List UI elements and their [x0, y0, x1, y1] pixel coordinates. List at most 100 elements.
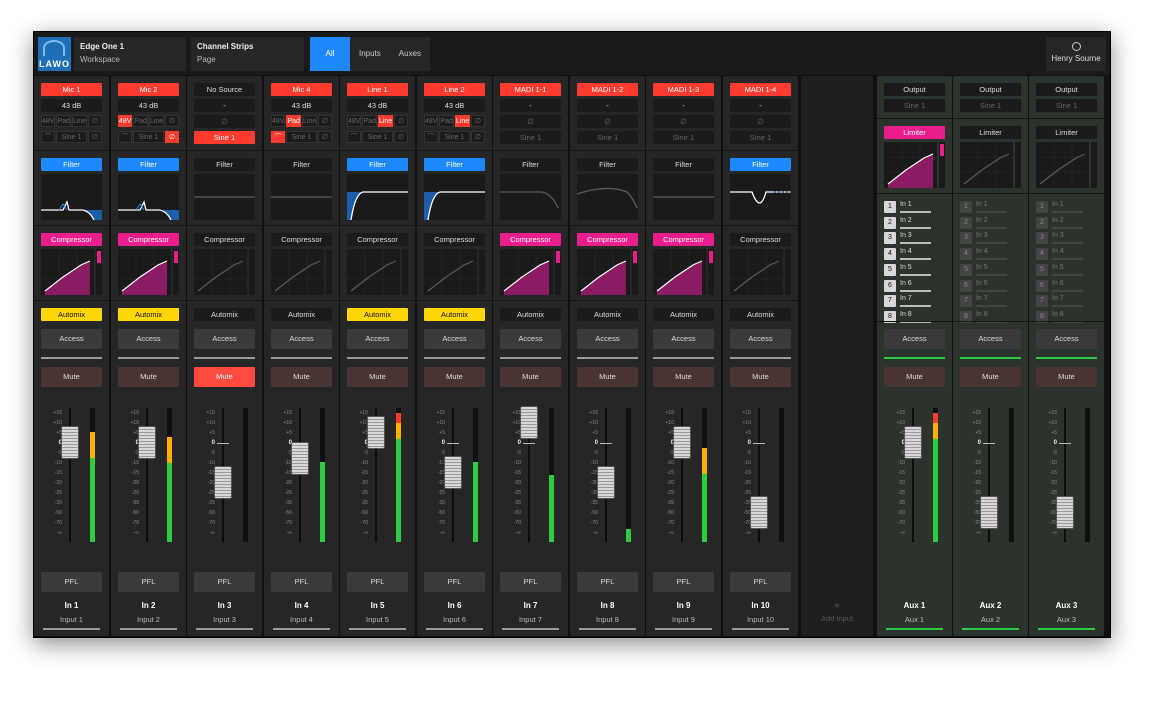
add-input-button[interactable]: + Add Input: [801, 76, 873, 636]
automix-button[interactable]: Automix: [500, 308, 561, 321]
access-button[interactable]: Access: [884, 329, 945, 349]
phase-invert-toggle[interactable]: ∅: [318, 115, 332, 127]
bus-send-row[interactable]: 2 In 2: [960, 216, 1021, 230]
pad-toggle[interactable]: Pad: [439, 115, 454, 127]
phase-invert-toggle[interactable]: ∅: [394, 115, 408, 127]
insert-source[interactable]: Sine 1: [577, 131, 638, 144]
automix-button[interactable]: Automix: [424, 308, 485, 321]
phase-invert-toggle[interactable]: ∅: [88, 115, 102, 127]
tab-all[interactable]: All: [310, 37, 350, 71]
mute-button[interactable]: Mute: [577, 367, 638, 387]
access-button[interactable]: Access: [118, 329, 179, 349]
limiter-button[interactable]: Limiter: [884, 126, 945, 139]
tab-auxes[interactable]: Auxes: [390, 37, 430, 71]
phantom-power-toggle[interactable]: 48V: [347, 115, 362, 127]
bus-send-row[interactable]: 5 In 5: [884, 263, 945, 277]
access-button[interactable]: Access: [271, 329, 332, 349]
filter-button[interactable]: Filter: [424, 158, 485, 171]
bus-send-row[interactable]: 6 In 6: [884, 279, 945, 293]
filter-button[interactable]: Filter: [41, 158, 102, 171]
compressor-button[interactable]: Compressor: [194, 233, 255, 246]
filter-button[interactable]: Filter: [577, 158, 638, 171]
fader-knob[interactable]: [291, 442, 309, 475]
filter-button[interactable]: Filter: [500, 158, 561, 171]
compressor-button[interactable]: Compressor: [730, 233, 791, 246]
fader-knob[interactable]: [750, 496, 768, 529]
mute-button[interactable]: Mute: [118, 367, 179, 387]
phase-toggle[interactable]: ∅: [164, 131, 179, 143]
automix-button[interactable]: Automix: [653, 308, 714, 321]
fader-knob[interactable]: [61, 426, 79, 459]
mute-button[interactable]: Mute: [271, 367, 332, 387]
pfl-button[interactable]: PFL: [41, 572, 102, 592]
gain-value[interactable]: -: [577, 99, 638, 112]
page-selector[interactable]: Channel Strips Page: [191, 37, 304, 71]
source-selector[interactable]: MADI 1-2: [577, 83, 638, 96]
gain-value[interactable]: 43 dB: [347, 99, 408, 112]
bus-send-row[interactable]: 6 In 6: [960, 279, 1021, 293]
bus-send-row[interactable]: 2 In 2: [1036, 216, 1097, 230]
bus-send-row[interactable]: 3 In 3: [960, 231, 1021, 245]
workspace-selector[interactable]: Edge One 1 Workspace: [74, 37, 186, 71]
access-button[interactable]: Access: [347, 329, 408, 349]
pfl-button[interactable]: PFL: [577, 572, 638, 592]
line-toggle[interactable]: Line: [454, 115, 471, 127]
compressor-button[interactable]: Compressor: [41, 233, 102, 246]
filter-button[interactable]: Filter: [730, 158, 791, 171]
insert-source[interactable]: Sine 1: [362, 131, 393, 143]
access-button[interactable]: Access: [1036, 329, 1097, 349]
fader-knob[interactable]: [138, 426, 156, 459]
bus-send-row[interactable]: 7 In 7: [960, 294, 1021, 308]
source-selector[interactable]: Line 1: [347, 83, 408, 96]
automix-button[interactable]: Automix: [271, 308, 332, 321]
pad-toggle[interactable]: Pad: [56, 115, 71, 127]
mute-button[interactable]: Mute: [653, 367, 714, 387]
access-button[interactable]: Access: [41, 329, 102, 349]
access-button[interactable]: Access: [730, 329, 791, 349]
hpf-toggle[interactable]: ⌒: [424, 131, 439, 143]
mute-button[interactable]: Mute: [500, 367, 561, 387]
pfl-button[interactable]: PFL: [194, 572, 255, 592]
insert-source[interactable]: Sine 1: [56, 131, 87, 143]
fader-knob[interactable]: [444, 456, 462, 489]
filter-button[interactable]: Filter: [653, 158, 714, 171]
gain-value[interactable]: -: [653, 99, 714, 112]
output-selector[interactable]: Output: [1036, 83, 1097, 96]
line-toggle[interactable]: Line: [301, 115, 318, 127]
insert-source[interactable]: Sine 1: [653, 131, 714, 144]
phantom-power-toggle[interactable]: 48V: [424, 115, 439, 127]
access-button[interactable]: Access: [424, 329, 485, 349]
user-menu-button[interactable]: Henry Sourne: [1046, 37, 1106, 71]
automix-button[interactable]: Automix: [347, 308, 408, 321]
gain-value[interactable]: -: [500, 99, 561, 112]
access-button[interactable]: Access: [194, 329, 255, 349]
fader-knob[interactable]: [980, 496, 998, 529]
automix-button[interactable]: Automix: [577, 308, 638, 321]
compressor-button[interactable]: Compressor: [500, 233, 561, 246]
mute-button[interactable]: Mute: [730, 367, 791, 387]
access-button[interactable]: Access: [577, 329, 638, 349]
source-selector[interactable]: Mic 2: [118, 83, 179, 96]
gain-value[interactable]: 43 dB: [271, 99, 332, 112]
pad-toggle[interactable]: Pad: [362, 115, 377, 127]
mute-button[interactable]: Mute: [424, 367, 485, 387]
line-toggle[interactable]: Line: [148, 115, 165, 127]
source-selector[interactable]: Mic 4: [271, 83, 332, 96]
phase-invert-toggle[interactable]: ∅: [165, 115, 179, 127]
mute-button[interactable]: Mute: [194, 367, 255, 387]
insert-source[interactable]: Sine 1: [500, 131, 561, 144]
source-selector[interactable]: MADI 1-1: [500, 83, 561, 96]
compressor-button[interactable]: Compressor: [577, 233, 638, 246]
automix-button[interactable]: Automix: [730, 308, 791, 321]
source-selector[interactable]: Line 2: [424, 83, 485, 96]
source-selector[interactable]: MADI 1-3: [653, 83, 714, 96]
compressor-button[interactable]: Compressor: [424, 233, 485, 246]
mute-button[interactable]: Mute: [41, 367, 102, 387]
source-selector[interactable]: MADI 1-4: [730, 83, 791, 96]
source-selector[interactable]: No Source: [194, 83, 255, 96]
access-button[interactable]: Access: [500, 329, 561, 349]
mute-button[interactable]: Mute: [1036, 367, 1097, 387]
filter-button[interactable]: Filter: [118, 158, 179, 171]
bus-send-row[interactable]: 3 In 3: [884, 231, 945, 245]
hpf-toggle[interactable]: ⌒: [347, 131, 362, 143]
